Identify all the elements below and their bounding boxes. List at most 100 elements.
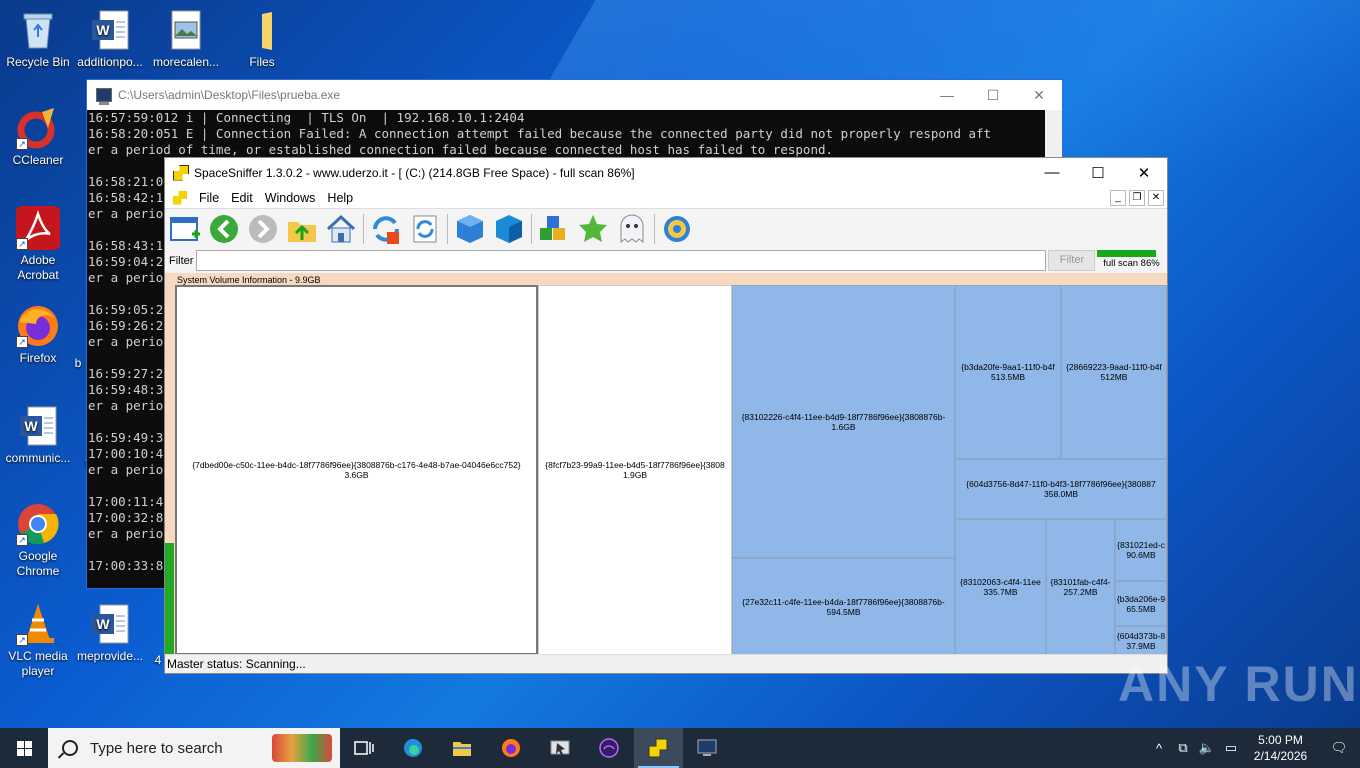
treemap-tile[interactable]: {604d373b-8 37.9MB (1115, 626, 1167, 655)
rescan-icon[interactable] (408, 212, 442, 246)
taskbar-file-explorer[interactable] (438, 728, 487, 768)
desktop-icon-ccleaner[interactable]: ↗ CCleaner (0, 106, 76, 168)
menu-file[interactable]: File (193, 191, 225, 205)
toolbar-separator (654, 213, 655, 244)
taskbar-edge[interactable] (389, 728, 438, 768)
word-document-icon: W (88, 8, 132, 52)
desktop-icon-additionpo[interactable]: W additionpo... (72, 8, 148, 70)
file-explorer-icon (453, 742, 471, 756)
taskbar-firefox[interactable] (487, 728, 536, 768)
mdi-minimize-button[interactable]: _ (1110, 189, 1126, 206)
clock-time: 5:00 PM (1258, 733, 1303, 747)
home-icon[interactable] (324, 212, 358, 246)
shortcut-arrow-icon: ↗ (16, 238, 28, 250)
minimize-button[interactable]: — (1029, 164, 1075, 182)
treemap-tile[interactable]: {8fcf7b23-99a9-11ee-b4d5-18f7786f96ee}{3… (538, 285, 732, 655)
desktop-icon-google-chrome[interactable]: ↗ Google Chrome (0, 502, 76, 579)
menu-windows[interactable]: Windows (259, 191, 322, 205)
treemap-tile[interactable]: {83102063-c4f4-11ee 335.7MB (955, 519, 1046, 655)
treemap-tile[interactable]: {83101fab-c4f4- 257.2MB (1046, 519, 1115, 655)
maximize-button[interactable]: ☐ (1075, 164, 1121, 182)
task-view-button[interactable] (340, 728, 389, 768)
taskbar-purple-app[interactable] (585, 728, 634, 768)
treemap-tile[interactable]: {831021ed-c 90.6MB (1115, 519, 1167, 581)
menu-edit[interactable]: Edit (225, 191, 259, 205)
svg-text:W: W (24, 418, 38, 434)
filter-input[interactable] (196, 250, 1047, 271)
star-icon[interactable] (576, 212, 610, 246)
acrobat-icon: ↗ (16, 206, 60, 250)
console-app-icon (96, 88, 112, 105)
new-view-icon[interactable] (168, 212, 202, 246)
taskbar-spacesniffer[interactable] (634, 728, 683, 768)
maximize-button[interactable]: ☐ (970, 87, 1016, 104)
treemap-root-label: System Volume Information - 9.9GB (177, 275, 321, 285)
zoom-out-icon[interactable] (492, 212, 526, 246)
console-titlebar[interactable]: C:\Users\admin\Desktop\Files\prueba.exe … (87, 80, 1062, 110)
mdi-close-button[interactable]: ✕ (1148, 189, 1164, 206)
taskbar-search[interactable]: Type here to search (48, 728, 340, 768)
shortcut-arrow-icon: ↗ (16, 634, 28, 646)
desktop-icon-recycle-bin[interactable]: Recycle Bin (0, 8, 76, 70)
console-title: C:\Users\admin\Desktop\Files\prueba.exe (118, 88, 341, 102)
treemap-tile[interactable]: {7dbed00e-c50c-11ee-b4dc-18f7786f96ee}{3… (175, 285, 538, 655)
firefox-icon: ↗ (16, 304, 60, 348)
treemap[interactable]: System Volume Information - 9.9GB {7dbed… (165, 273, 1167, 655)
treemap-tile[interactable]: {27e32c11-c4fe-11ee-b4da-18f7786f96ee}{3… (732, 558, 955, 655)
windows-logo-icon (17, 741, 24, 748)
spacesniffer-icon (648, 738, 668, 758)
shortcut-arrow-icon: ↗ (16, 138, 28, 150)
tray-display-icon[interactable]: ▭ (1219, 740, 1243, 756)
tray-chevron-up-icon[interactable]: ^ (1147, 741, 1171, 756)
desktop-icon-adobe-acrobat[interactable]: ↗ Adobe Acrobat (0, 206, 76, 283)
svg-text:W: W (96, 22, 110, 38)
treemap-tile[interactable]: {604d3756-8d47-11f0-b4f3-18f7786f96ee}{3… (955, 459, 1167, 519)
window-title: SpaceSniffer 1.3.0.2 - www.uderzo.it - [… (194, 165, 635, 180)
treemap-tile[interactable]: {83102226-c4f4-11ee-b4d9-18f7786f96ee}{3… (732, 285, 955, 558)
mdi-restore-button[interactable]: ❐ (1129, 189, 1145, 206)
up-folder-icon[interactable] (285, 212, 319, 246)
notification-icon[interactable]: 🗨 (1318, 740, 1360, 756)
shortcut-arrow-icon: ↗ (16, 534, 28, 546)
taskbar-app-pointer[interactable] (536, 728, 585, 768)
refresh-icon[interactable] (369, 212, 403, 246)
tray-volume-icon[interactable]: 🔈 (1195, 740, 1219, 756)
status-bar: Master status: Scanning... (165, 654, 1167, 673)
spacesniffer-window[interactable]: SpaceSniffer 1.3.0.2 - www.uderzo.it - [… (164, 157, 1168, 674)
zoom-in-icon[interactable] (453, 212, 487, 246)
desktop-icon-morecalen[interactable]: morecalen... (148, 8, 224, 70)
minimize-button[interactable]: — (924, 87, 970, 104)
close-button[interactable]: ✕ (1016, 87, 1062, 104)
word-document-icon: W (88, 602, 132, 646)
back-icon[interactable] (207, 212, 241, 246)
ghost-icon[interactable] (615, 212, 649, 246)
treemap-tile[interactable]: {28669223-9aad-11f0-b4f 512MB (1061, 285, 1167, 459)
close-button[interactable]: ✕ (1121, 164, 1167, 182)
menu-bar: File Edit Windows Help _ ❐ ✕ (165, 187, 1167, 208)
spacesniffer-app-icon (173, 164, 189, 181)
taskbar-clock[interactable]: 5:00 PM 2/14/2026 (1243, 732, 1318, 764)
taskbar-console[interactable] (683, 728, 732, 768)
shortcut-arrow-icon: ↗ (16, 336, 28, 348)
filter-row: Filter Filter full scan 86% (165, 248, 1167, 273)
console-scrollbar[interactable] (1045, 110, 1062, 158)
treemap-tile[interactable]: {b3da20fe-9aa1-11f0-b4f 513.5MB (955, 285, 1061, 459)
desktop-icon-vlc[interactable]: ↗ VLC media player (0, 602, 76, 679)
menu-help[interactable]: Help (321, 191, 359, 205)
console-line: er a period of time, or established conn… (88, 142, 834, 157)
taskbar: Type here to search ^ ⧉ 🔈 ▭ 5:00 PM 2/14… (0, 728, 1360, 768)
edge-icon (404, 739, 422, 757)
task-view-icon (354, 741, 374, 755)
filter-button[interactable]: Filter (1048, 250, 1096, 271)
treemap-tile[interactable]: {b3da206e-9 65.5MB (1115, 581, 1167, 626)
desktop-icon-files[interactable]: Files (224, 8, 300, 70)
spacesniffer-titlebar[interactable]: SpaceSniffer 1.3.0.2 - www.uderzo.it - [… (165, 158, 1167, 187)
filter-label: Filter (169, 254, 194, 267)
boxes-icon[interactable] (537, 212, 571, 246)
forward-icon[interactable] (246, 212, 280, 246)
start-button[interactable] (0, 728, 48, 768)
tray-network-icon[interactable]: ⧉ (1171, 740, 1195, 756)
spacesniffer-menu-icon[interactable] (173, 190, 187, 205)
settings-icon[interactable] (660, 212, 694, 246)
scan-progress-bar (1097, 250, 1156, 257)
